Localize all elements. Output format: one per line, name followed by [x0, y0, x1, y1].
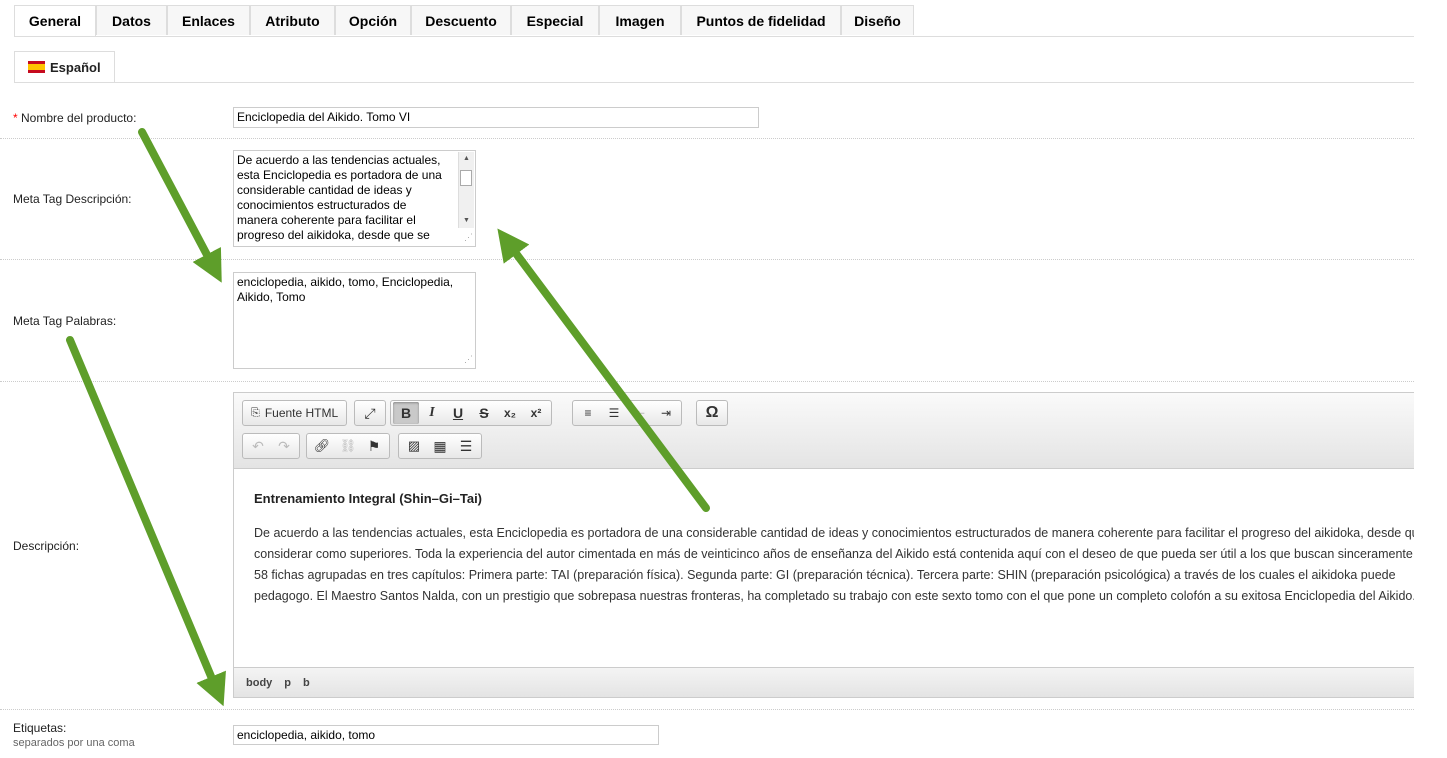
unlink-icon[interactable]: ⛓ [335, 435, 361, 457]
tags-hint: separados por una coma [13, 737, 135, 749]
anchor-flag-icon[interactable]: ⚑ [361, 435, 387, 457]
paragraph-line: De acuerdo a las tendencias actuales, es… [254, 526, 1414, 540]
table-icon[interactable]: ▦ [427, 435, 453, 457]
underline-icon[interactable]: U [445, 402, 471, 424]
paragraph-line: considerar como superiores. Toda la expe… [254, 547, 1413, 561]
rich-text-editor[interactable]: ⎘ Fuente HTML ⤢ B I U S x₂ x² ≡ ☰ ⇤ ⇥ Ω ↶… [233, 392, 1414, 698]
tab-datos[interactable]: Datos [96, 5, 167, 35]
meta-kw-line: Aikido, Tomo [237, 290, 306, 304]
path-item[interactable]: p [284, 677, 291, 689]
tab-language-es[interactable]: Español [14, 51, 115, 82]
insert-group: ▨ ▦ ☰ [398, 433, 482, 459]
tab-diseno[interactable]: Diseño [841, 5, 914, 35]
paragraph-line: pedagogo. El Maestro Santos Nalda, con u… [254, 589, 1414, 603]
divider [0, 381, 1414, 382]
description-label: Descripción: [13, 539, 80, 553]
italic-icon[interactable]: I [419, 402, 445, 424]
tab-descuento[interactable]: Descuento [411, 5, 511, 35]
source-html-button[interactable]: ⎘ Fuente HTML [245, 402, 344, 424]
meta-keywords-label: Meta Tag Palabras: [13, 314, 117, 328]
meta-kw-line: enciclopedia, aikido, tomo, Enciclopedia… [237, 275, 454, 289]
strikethrough-icon[interactable]: S [471, 402, 497, 424]
special-char-group: Ω [696, 400, 728, 426]
tab-imagen[interactable]: Imagen [599, 5, 681, 35]
format-group: B I U S x₂ x² [390, 400, 552, 426]
link-icon[interactable]: 🔗︎ [309, 435, 335, 457]
meta-description-textarea[interactable]: De acuerdo a las tendencias actuales, es… [233, 150, 476, 247]
image-icon[interactable]: ▨ [401, 435, 427, 457]
undo-icon[interactable]: ↶ [245, 435, 271, 457]
redo-icon[interactable]: ↷ [271, 435, 297, 457]
meta-keywords-textarea[interactable]: enciclopedia, aikido, tomo, Enciclopedia… [233, 272, 476, 369]
tab-opcion[interactable]: Opción [335, 5, 411, 35]
meta-desc-line: esta Enciclopedia es portadora de una [237, 168, 442, 182]
tags-label: Etiquetas: [13, 721, 67, 735]
omega-icon[interactable]: Ω [699, 402, 725, 424]
divider [0, 138, 1414, 139]
subscript-icon[interactable]: x₂ [497, 402, 523, 424]
required-marker: * [13, 111, 18, 125]
product-name-label-text: Nombre del producto: [21, 111, 137, 125]
textarea-scrollbar[interactable]: ▲ ▼ [458, 152, 474, 228]
source-group: ⎘ Fuente HTML [242, 400, 348, 426]
path-item[interactable]: body [246, 677, 272, 689]
horizontal-rule-icon[interactable]: ☰ [453, 435, 479, 457]
meta-desc-line: manera coherente para facilitar el [237, 213, 416, 227]
tab-especial[interactable]: Especial [511, 5, 599, 35]
scroll-thumb[interactable] [460, 170, 472, 186]
section-tabs: General Datos Enlaces Atributo Opción De… [14, 5, 1414, 37]
meta-desc-line: De acuerdo a las tendencias actuales, [237, 153, 441, 167]
arrow-to-tags [66, 336, 226, 707]
path-item[interactable]: b [303, 677, 310, 689]
tags-input[interactable]: enciclopedia, aikido, tomo [233, 725, 659, 745]
tab-enlaces[interactable]: Enlaces [167, 5, 250, 35]
link-group: 🔗︎ ⛓ ⚑ [306, 433, 390, 459]
superscript-icon[interactable]: x² [523, 402, 549, 424]
element-path-bar: body p b [234, 667, 1414, 697]
bulleted-list-icon[interactable]: ☰ [601, 402, 627, 424]
maximize-group: ⤢ [354, 400, 386, 426]
bold-icon[interactable]: B [393, 402, 419, 424]
tab-atributo[interactable]: Atributo [250, 5, 335, 35]
scroll-up-icon[interactable]: ▲ [459, 152, 474, 166]
editor-content[interactable]: Entrenamiento Integral (Shin–Gi–Tai) De … [234, 469, 1414, 667]
numbered-list-icon[interactable]: ≡ [575, 402, 601, 424]
tab-puntos-fidelidad[interactable]: Puntos de fidelidad [681, 5, 841, 35]
spain-flag-icon [28, 61, 45, 73]
meta-desc-line: progreso del aikidoka, desde que se [237, 228, 430, 242]
list-group: ≡ ☰ ⇤ ⇥ [572, 400, 682, 426]
product-name-label: * Nombre del producto: [13, 111, 136, 125]
meta-desc-line: considerable cantidad de ideas y [237, 183, 412, 197]
product-name-input[interactable]: Enciclopedia del Aikido. Tomo VI [233, 107, 759, 128]
outdent-icon[interactable]: ⇤ [627, 402, 653, 424]
meta-desc-line: conocimientos estructurados de [237, 198, 407, 212]
source-html-label: Fuente HTML [264, 406, 339, 420]
language-tabs: Español [14, 51, 1414, 83]
maximize-icon[interactable]: ⤢ [357, 402, 383, 424]
paragraph-line: 58 fichas agrupadas en tres capítulos: P… [254, 568, 1396, 582]
resize-grip-icon[interactable]: ⋰ [464, 352, 473, 367]
divider [0, 709, 1414, 710]
arrow-to-meta-keywords [138, 128, 222, 283]
content-paragraph: De acuerdo a las tendencias actuales, es… [254, 523, 1414, 607]
source-icon: ⎘ [251, 406, 260, 419]
content-heading: Entrenamiento Integral (Shin–Gi–Tai) [254, 491, 483, 506]
meta-description-label: Meta Tag Descripción: [13, 192, 132, 206]
editor-toolbar: ⎘ Fuente HTML ⤢ B I U S x₂ x² ≡ ☰ ⇤ ⇥ Ω ↶… [234, 393, 1414, 469]
tab-general[interactable]: General [14, 5, 96, 36]
indent-icon[interactable]: ⇥ [653, 402, 679, 424]
resize-grip-icon[interactable]: ⋰ [464, 230, 473, 245]
language-label: Español [50, 59, 101, 75]
history-group: ↶ ↷ [242, 433, 300, 459]
divider [0, 259, 1414, 260]
scroll-down-icon[interactable]: ▼ [459, 214, 474, 228]
